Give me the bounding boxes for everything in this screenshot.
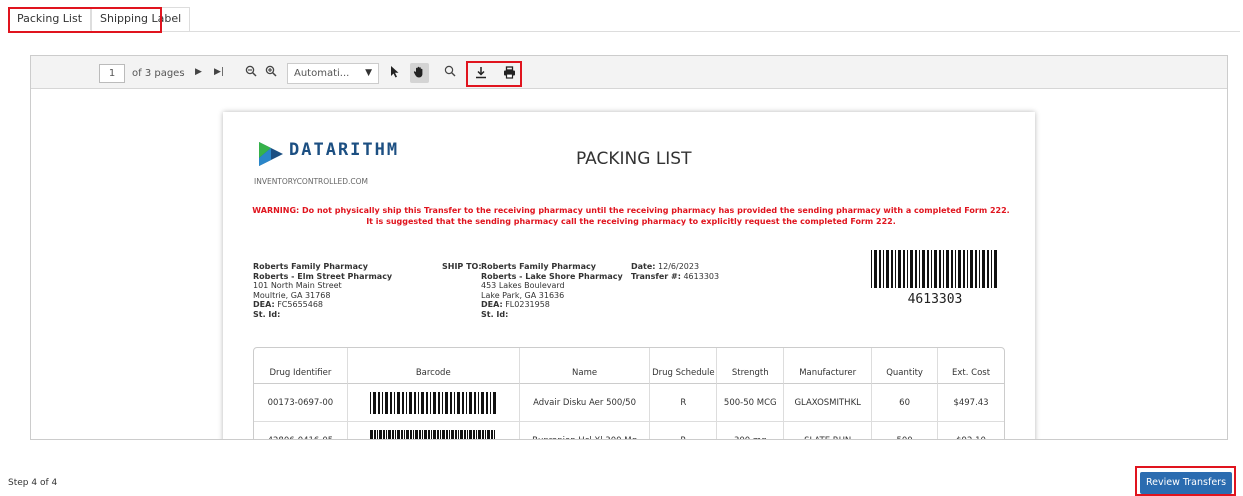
page-count-label: of 3 pages (132, 68, 185, 79)
date-value: 12/6/2023 (658, 262, 700, 271)
zoom-in-icon[interactable] (265, 65, 277, 81)
table-row: 42806-0416-05 Bupropion Hcl Xl 300 Mg R … (254, 422, 1004, 440)
drug-table: Drug Identifier Barcode Name Drug Schedu… (253, 347, 1005, 440)
cell-name: Bupropion Hcl Xl 300 Mg (520, 422, 651, 439)
transfer-meta: Date: 12/6/2023 Transfer #: 4613303 (631, 262, 719, 281)
step-indicator: Step 4 of 4 (8, 478, 58, 488)
last-page-icon[interactable]: ▶| (214, 65, 224, 79)
zoom-select-value: Automati... (294, 68, 350, 79)
tab-divider (8, 31, 1240, 32)
logo-text: DATARITHM (289, 140, 400, 160)
col-name: Name (519, 348, 651, 384)
logo-subtitle: INVENTORYCONTROLLED.COM (254, 177, 369, 186)
tabs-highlight-box (8, 7, 162, 33)
dropdown-arrow-icon: ▼ (365, 68, 372, 78)
ship-to-dea: FL0231958 (505, 300, 550, 309)
search-icon[interactable] (444, 65, 456, 81)
col-strength: Strength (717, 348, 785, 384)
cell-schedule: R (650, 422, 718, 439)
from-stid-label: St. Id: (253, 309, 281, 319)
form-222-warning: WARNING: Do not physically ship this Tra… (252, 206, 1010, 226)
from-name-1: Roberts Family Pharmacy (253, 262, 368, 271)
zoom-select[interactable]: Automati... ▼ (287, 63, 379, 84)
cell-barcode (348, 422, 520, 439)
cell-name: Advair Disku Aer 500/50 (519, 384, 651, 422)
cell-barcode (347, 384, 520, 422)
from-name-2: Roberts - Elm Street Pharmacy (253, 271, 393, 281)
pdf-toolbar: 1 of 3 pages ▶ ▶| Automati... ▼ (31, 56, 1227, 89)
col-quantity: Quantity (872, 348, 939, 384)
ship-to-city: Lake Park, GA 31636 (481, 290, 565, 300)
zoom-out-icon[interactable] (245, 65, 257, 81)
cell-strength: 500-50 MCG (717, 384, 785, 422)
col-drug-identifier: Drug Identifier (254, 348, 348, 384)
cell-ext-cost: $497.43 (938, 384, 1004, 422)
col-drug-schedule: Drug Schedule (650, 348, 718, 384)
document-title: PACKING LIST (576, 149, 692, 169)
pdf-canvas[interactable]: DATARITHM INVENTORYCONTROLLED.COM PACKIN… (31, 90, 1227, 440)
from-street: 101 North Main Street (253, 281, 342, 290)
col-ext-cost: Ext. Cost (938, 348, 1004, 384)
from-dea-label: DEA: (253, 300, 275, 309)
next-page-icon[interactable]: ▶ (195, 65, 202, 79)
cell-schedule: R (650, 384, 718, 422)
row-barcode (370, 429, 496, 439)
ship-to-street: 453 Lakes Boulevard (481, 281, 565, 290)
table-header-row: Drug Identifier Barcode Name Drug Schedu… (254, 348, 1004, 384)
from-address: Roberts Family Pharmacy Roberts - Elm St… (253, 262, 392, 319)
barcode-number: 4613303 (907, 292, 963, 307)
cell-ext-cost: $92.10 (938, 422, 1004, 440)
ship-to-name-1: Roberts Family Pharmacy (481, 262, 596, 271)
page-number-input[interactable]: 1 (99, 64, 125, 83)
download-icon[interactable] (475, 66, 487, 83)
date-label: Date: (631, 262, 656, 271)
print-icon[interactable] (503, 66, 516, 83)
cursor-icon[interactable] (390, 65, 400, 82)
col-barcode: Barcode (347, 348, 520, 384)
transfer-value: 4613303 (683, 271, 720, 281)
pdf-viewer: 1 of 3 pages ▶ ▶| Automati... ▼ DATARITH… (30, 55, 1228, 440)
ship-to-name-2: Roberts - Lake Shore Pharmacy (481, 271, 623, 281)
hand-icon[interactable] (413, 65, 426, 82)
ship-to-label: SHIP TO: (442, 262, 482, 271)
cell-quantity: 500 (872, 422, 939, 439)
datarithm-logo-icon (259, 142, 283, 166)
ship-to-address: Roberts Family Pharmacy Roberts - Lake S… (481, 262, 623, 319)
cell-manufacturer: SLATE RUN (784, 422, 873, 439)
ship-to-dea-label: DEA: (481, 300, 503, 309)
cell-manufacturer: GLAXOSMITHKL (784, 384, 873, 422)
from-city: Moultrie, GA 31768 (253, 290, 331, 300)
transfer-barcode (871, 250, 997, 288)
cell-drug-identifier: 00173-0697-00 (254, 384, 348, 422)
table-row: 00173-0697-00 Advair Disku Aer 500/50 R … (254, 384, 1004, 422)
pdf-page: DATARITHM INVENTORYCONTROLLED.COM PACKIN… (223, 112, 1035, 440)
cell-strength: 300 mg (717, 422, 785, 439)
cell-quantity: 60 (872, 384, 939, 422)
cell-drug-identifier: 42806-0416-05 (254, 422, 348, 439)
row-barcode (370, 391, 497, 414)
transfer-label: Transfer #: (631, 271, 681, 281)
ship-to-stid-label: St. Id: (481, 309, 509, 319)
from-dea: FC5655468 (277, 300, 324, 309)
col-manufacturer: Manufacturer (784, 348, 873, 384)
